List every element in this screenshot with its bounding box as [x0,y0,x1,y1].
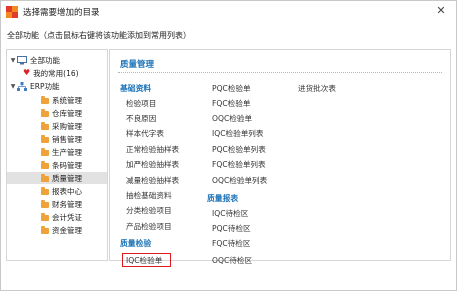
section-basic-data: 基础资料 [120,84,152,93]
link-reduced-sampling[interactable]: 减量检验抽样表 [126,175,179,186]
window-title: 选择需要增加的目录 [23,8,100,18]
folder-icon [41,225,49,234]
folder-icon [41,160,49,169]
folder-icon [41,147,49,156]
tree-item-reports[interactable]: 报表中心 [41,185,82,197]
tree-item-system[interactable]: 系统管理 [41,94,82,106]
link-sample-code[interactable]: 样本代字表 [126,128,164,139]
title-bar: 选择需要增加的目录 ✕ [1,1,456,23]
monitor-icon [17,55,27,64]
folder-icon [41,186,49,195]
link-incoming-batch[interactable]: 进货批次表 [298,83,336,94]
folder-icon [41,121,49,130]
function-tree: ▼ 全部功能 ♥ 我的常用(16) ▼ ERP功能 系统管理 仓库管理 采购管理… [6,49,108,261]
sitemap-icon [17,81,27,91]
tree-item-label: 全部功能 [30,55,60,65]
tree-item-erp[interactable]: ▼ ERP功能 [9,80,59,92]
link-sampling-base[interactable]: 抽检基础资料 [126,190,172,201]
tree-item-label: 条码管理 [52,160,82,170]
tree-item-label: 报表中心 [52,186,82,196]
close-button[interactable]: ✕ [434,4,448,18]
folder-icon [41,199,49,208]
link-fqc-inspection[interactable]: FQC检验单 [212,98,250,109]
tree-item-sales[interactable]: 销售管理 [41,133,82,145]
tree-item-label: 系统管理 [52,95,82,105]
dialog-window: 选择需要增加的目录 ✕ 全部功能（点击鼠标右键将该功能添加到常用列表） ▼ 全部… [0,0,457,291]
tree-item-label: 销售管理 [52,134,82,144]
tree-item-label: ERP功能 [30,81,60,91]
link-fqc-pending[interactable]: FQC待检区 [212,238,250,249]
collapse-arrow-icon[interactable]: ▼ [9,57,17,64]
link-oqc-pending[interactable]: OQC待检区 [212,255,252,266]
link-pqc-inspection[interactable]: PQC检验单 [212,83,251,94]
subheader-hint: 全部功能（点击鼠标右键将该功能添加到常用列表） [7,31,191,40]
tree-item-barcode[interactable]: 条码管理 [41,159,82,171]
link-product-inspection[interactable]: 产品检验项目 [126,221,172,232]
collapse-arrow-icon[interactable]: ▼ [9,83,17,90]
tree-item-label: 仓库管理 [52,108,82,118]
folder-icon [41,173,49,182]
section-quality-reports: 质量报表 [207,194,239,203]
function-content: 质量管理 基础资料 检验项目 不良原因 样本代字表 正常检验抽样表 加严检验抽样… [109,49,451,267]
link-category-inspection[interactable]: 分类检验项目 [126,205,172,216]
folder-icon [41,212,49,221]
link-iqc-pending[interactable]: IQC待检区 [212,208,248,219]
tree-item-label: 采购管理 [52,121,82,131]
tree-item-label: 质量管理 [52,173,82,183]
content-title: 质量管理 [120,60,155,70]
tree-item-warehouse[interactable]: 仓库管理 [41,107,82,119]
tree-item-label: 我的常用(16) [33,68,79,78]
tree-item-quality[interactable]: 质量管理 [7,172,107,184]
section-quality-inspection: 质量检验 [120,239,152,248]
tree-item-purchase[interactable]: 采购管理 [41,120,82,132]
link-oqc-inspection[interactable]: OQC检验单 [212,113,252,124]
folder-icon [41,134,49,143]
link-fqc-list[interactable]: FQC检验单列表 [212,159,266,170]
app-icon [6,6,18,18]
divider [118,72,442,73]
link-iqc-inspection[interactable]: IQC检验单 [126,255,162,266]
tree-item-label: 生产管理 [52,147,82,157]
link-inspection-item[interactable]: 检验项目 [126,98,156,109]
folder-icon [41,95,49,104]
link-oqc-list[interactable]: OQC检验单列表 [212,175,267,186]
tree-item-voucher[interactable]: 会计凭证 [41,211,82,223]
link-iqc-list[interactable]: IQC检验单列表 [212,128,264,139]
tree-item-production[interactable]: 生产管理 [41,146,82,158]
link-pqc-list[interactable]: PQC检验单列表 [212,144,266,155]
tree-item-label: 会计凭证 [52,212,82,222]
tree-item-favorites[interactable]: ♥ 我的常用(16) [23,67,79,79]
tree-item-all[interactable]: ▼ 全部功能 [9,54,60,66]
link-pqc-pending[interactable]: PQC待检区 [212,223,251,234]
link-tightened-sampling[interactable]: 加严检验抽样表 [126,159,179,170]
tree-item-label: 财务管理 [52,199,82,209]
heart-icon: ♥ [23,68,31,77]
bottom-bar [1,267,456,291]
link-normal-sampling[interactable]: 正常检验抽样表 [126,144,179,155]
tree-item-finance[interactable]: 财务管理 [41,198,82,210]
tree-item-label: 资金管理 [52,225,82,235]
tree-item-funds[interactable]: 资金管理 [41,224,82,236]
link-defect-reason[interactable]: 不良原因 [126,113,156,124]
folder-icon [41,108,49,117]
